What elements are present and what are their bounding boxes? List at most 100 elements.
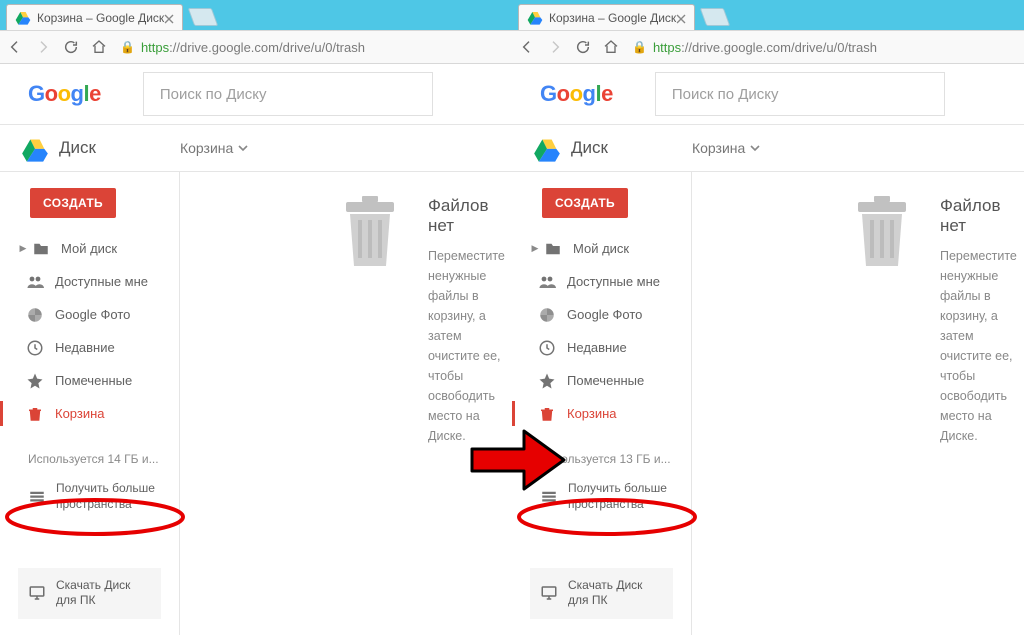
back-button[interactable] bbox=[6, 38, 24, 56]
forward-button[interactable] bbox=[546, 38, 564, 56]
browser-toolbar: 🔒 https ://drive.google.com /drive/u/0/t… bbox=[512, 30, 1024, 64]
monitor-icon bbox=[28, 584, 46, 602]
page-header: Google Поиск по Диску bbox=[0, 64, 515, 124]
sidebar-item-mydrive[interactable]: ▶ Мой диск bbox=[0, 232, 179, 265]
sidebar-item-photos[interactable]: Google Фото bbox=[512, 298, 691, 331]
sidebar-item-label: Доступные мне bbox=[567, 274, 660, 289]
empty-line: корзину, а затем очистите ее, чтобы bbox=[428, 306, 515, 386]
people-icon bbox=[25, 272, 45, 292]
trash-illustration-icon bbox=[340, 196, 400, 273]
sidebar-item-starred[interactable]: Помеченные bbox=[512, 364, 691, 397]
empty-line: освободить место на Диске. bbox=[940, 386, 1024, 446]
url-host: ://drive.google.com bbox=[169, 40, 279, 55]
lock-icon: 🔒 bbox=[632, 40, 647, 54]
drive-favicon-icon bbox=[15, 10, 31, 26]
folder-icon bbox=[31, 239, 51, 259]
clock-icon bbox=[537, 338, 557, 358]
drive-logo-icon bbox=[533, 136, 561, 160]
sidebar-item-label: Недавние bbox=[567, 340, 627, 355]
breadcrumb[interactable]: Корзина bbox=[180, 140, 248, 156]
storage-more-link[interactable]: Получить больше пространства bbox=[28, 481, 165, 512]
page-header: Google Поиск по Диску bbox=[512, 64, 1024, 124]
storage-usage[interactable]: Используется 14 ГБ и... bbox=[28, 452, 165, 469]
sidebar-item-label: Google Фото bbox=[567, 307, 642, 322]
product-title: Диск bbox=[571, 138, 608, 158]
sidebar: СОЗДАТЬ ▶ Мой диск Доступные мнеGoogle Фот… bbox=[0, 172, 180, 635]
people-icon bbox=[537, 272, 557, 292]
sidebar-item-label: Мой диск bbox=[61, 241, 117, 256]
drive-favicon-icon bbox=[527, 10, 543, 26]
folder-icon bbox=[543, 239, 563, 259]
storage-usage[interactable]: Используется 13 ГБ и... bbox=[540, 452, 677, 469]
sidebar-item-recent[interactable]: Недавние bbox=[0, 331, 179, 364]
monitor-icon bbox=[540, 584, 558, 602]
sidebar-item-label: Корзина bbox=[567, 406, 617, 421]
tab-title: Корзина – Google Диск bbox=[549, 11, 676, 25]
trash-icon bbox=[537, 404, 557, 424]
sidebar-item-shared[interactable]: Доступные мне bbox=[0, 265, 179, 298]
sidebar-item-mydrive[interactable]: ▶Мой диск bbox=[512, 232, 691, 265]
breadcrumb[interactable]: Корзина bbox=[692, 140, 760, 156]
create-button[interactable]: СОЗДАТЬ bbox=[542, 188, 628, 218]
empty-title: Файлов нет bbox=[428, 196, 515, 236]
empty-line: корзину, а затем очистите ее, чтобы bbox=[940, 306, 1024, 386]
url-path: /drive/u/0/trash bbox=[279, 40, 365, 55]
sidebar: СОЗДАТЬ ▶Мой диск Доступные мне Google Фот… bbox=[512, 172, 692, 635]
new-tab-button[interactable] bbox=[700, 8, 731, 26]
storage-icon bbox=[28, 488, 46, 506]
chevron-down-icon bbox=[750, 143, 760, 153]
download-desktop-button[interactable]: Скачать Диск для ПК bbox=[18, 568, 161, 619]
trash-icon bbox=[25, 404, 45, 424]
storage-more-link[interactable]: Получить больше пространства bbox=[540, 481, 677, 512]
lock-icon: 🔒 bbox=[120, 40, 135, 54]
sub-header: Диск Корзина bbox=[0, 124, 515, 172]
trash-illustration-icon bbox=[852, 196, 912, 273]
sidebar-item-starred[interactable]: Помеченные bbox=[0, 364, 179, 397]
product-title: Диск bbox=[59, 138, 96, 158]
url-bar[interactable]: 🔒 https ://drive.google.com /drive/u/0/t… bbox=[118, 40, 509, 55]
sidebar-item-photos[interactable]: Google Фото bbox=[0, 298, 179, 331]
new-tab-button[interactable] bbox=[188, 8, 219, 26]
sidebar-item-recent[interactable]: Недавние bbox=[512, 331, 691, 364]
empty-state: Файлов нет Переместите ненужные файлы в … bbox=[692, 196, 1024, 446]
empty-title: Файлов нет bbox=[940, 196, 1024, 236]
browser-tab[interactable]: Корзина – Google Диск bbox=[518, 4, 695, 30]
sidebar-item-label: Помеченные bbox=[55, 373, 132, 388]
url-bar[interactable]: 🔒 https ://drive.google.com /drive/u/0/t… bbox=[630, 40, 1021, 55]
nav-list: ▶Мой диск Доступные мне Google Фото Недавни… bbox=[512, 232, 691, 430]
tab-close-icon[interactable] bbox=[164, 13, 174, 23]
nav-list: ▶ Мой диск Доступные мнеGoogle Фото Недавни… bbox=[0, 232, 179, 430]
home-button[interactable] bbox=[602, 38, 620, 56]
home-button[interactable] bbox=[90, 38, 108, 56]
pinwheel-icon bbox=[25, 305, 45, 325]
sidebar-item-trash[interactable]: Корзина bbox=[0, 397, 179, 430]
google-logo[interactable]: Google bbox=[28, 81, 101, 107]
search-input[interactable]: Поиск по Диску bbox=[143, 72, 433, 116]
sidebar-item-label: Недавние bbox=[55, 340, 115, 355]
empty-line: Переместите ненужные файлы в bbox=[940, 246, 1024, 306]
url-proto: https bbox=[141, 40, 169, 55]
browser-tab[interactable]: Корзина – Google Диск bbox=[6, 4, 183, 30]
clock-icon bbox=[25, 338, 45, 358]
google-logo[interactable]: Google bbox=[540, 81, 613, 107]
expand-icon[interactable]: ▶ bbox=[529, 243, 541, 254]
tab-title: Корзина – Google Диск bbox=[37, 11, 164, 25]
reload-button[interactable] bbox=[62, 38, 80, 56]
sidebar-item-shared[interactable]: Доступные мне bbox=[512, 265, 691, 298]
storage-icon bbox=[540, 488, 558, 506]
back-button[interactable] bbox=[518, 38, 536, 56]
sidebar-item-label: Корзина bbox=[55, 406, 105, 421]
browser-toolbar: 🔒 https ://drive.google.com /drive/u/0/t… bbox=[0, 30, 515, 64]
drive-logo-icon bbox=[21, 136, 49, 160]
download-desktop-button[interactable]: Скачать Диск для ПК bbox=[530, 568, 673, 619]
create-button[interactable]: СОЗДАТЬ bbox=[30, 188, 116, 218]
sidebar-item-label: Помеченные bbox=[567, 373, 644, 388]
star-icon bbox=[25, 371, 45, 391]
forward-button[interactable] bbox=[34, 38, 52, 56]
sidebar-item-trash[interactable]: Корзина bbox=[512, 397, 691, 430]
expand-icon[interactable]: ▶ bbox=[17, 243, 29, 254]
search-input[interactable]: Поиск по Диску bbox=[655, 72, 945, 116]
tab-close-icon[interactable] bbox=[676, 13, 686, 23]
reload-button[interactable] bbox=[574, 38, 592, 56]
star-icon bbox=[537, 371, 557, 391]
